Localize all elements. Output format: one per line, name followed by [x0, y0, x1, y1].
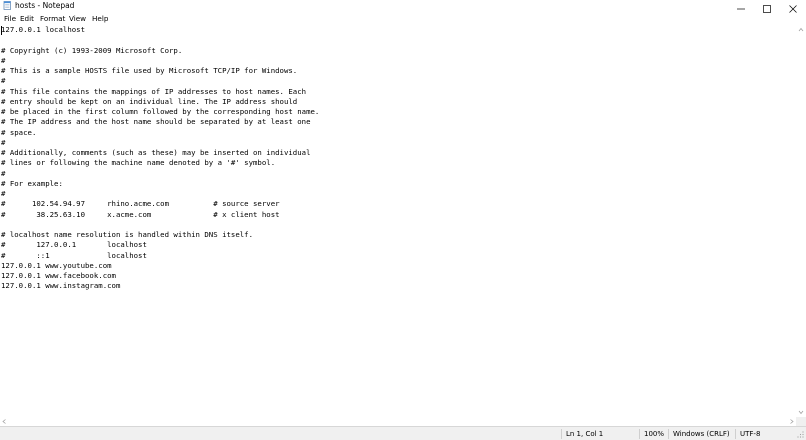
status-separator [639, 429, 640, 439]
editor-line: # [1, 55, 6, 65]
editor-line: # be placed in the first column followed… [1, 107, 320, 116]
status-separator [561, 429, 562, 439]
menu-bar: File Edit Format View Help [0, 13, 806, 25]
editor-line: # lines or following the machine name de… [1, 158, 276, 168]
title-bar[interactable]: hosts - Notepad [0, 0, 806, 13]
menu-format[interactable]: Format [39, 13, 66, 25]
minimize-button[interactable] [728, 0, 754, 12]
menu-help[interactable]: Help [91, 13, 109, 25]
scroll-up-arrow-icon[interactable] [796, 25, 806, 34]
editor-line: # Copyright (c) 1993-2009 Microsoft Corp… [1, 45, 183, 55]
editor-line: # 102.54.94.97 rhino.acme.com # source s… [1, 199, 280, 209]
menu-edit[interactable]: Edit [19, 13, 35, 25]
menu-view[interactable]: View [68, 13, 87, 25]
zoom-level: 100% [644, 430, 665, 438]
maximize-button[interactable] [754, 0, 780, 13]
scroll-down-arrow-icon[interactable] [796, 408, 806, 417]
editor-line: # space. [1, 127, 37, 137]
close-button[interactable] [780, 0, 806, 13]
text-editor[interactable]: 127.0.0.1 localhost # Copyright (c) 1993… [0, 25, 796, 417]
scroll-left-arrow-icon[interactable] [0, 417, 9, 426]
scroll-right-arrow-icon[interactable] [787, 417, 796, 426]
resize-grip-icon[interactable] [796, 430, 805, 439]
status-bar: Ln 1, Col 1 100% Windows (CRLF) UTF-8 [0, 426, 806, 440]
scrollbar-corner [796, 417, 806, 426]
editor-line: # For example: [1, 178, 63, 188]
editor-line: # [1, 76, 6, 86]
editor-line: 127.0.0.1 www.youtube.com [1, 260, 112, 270]
editor-line: # The IP address and the host name shoul… [1, 117, 311, 127]
window-title: hosts - Notepad [15, 1, 75, 10]
menu-file[interactable]: File [3, 13, 17, 25]
editor-line: # Additionally, comments (such as these)… [1, 148, 311, 157]
editor-line: # This file contains the mappings of IP … [1, 86, 307, 96]
editor-line: 127.0.0.1 www.facebook.com [1, 271, 116, 280]
editor-line: 127.0.0.1 localhost [1, 25, 86, 34]
vertical-scrollbar[interactable] [796, 25, 806, 417]
horizontal-scrollbar[interactable] [0, 417, 796, 426]
notepad-icon [3, 1, 11, 10]
editor-line: # localhost name resolution is handled w… [1, 230, 254, 239]
editor-line: # [1, 189, 6, 198]
status-separator [668, 429, 669, 439]
editor-line: # 38.25.63.10 x.acme.com # x client host [1, 209, 280, 219]
cursor-position: Ln 1, Col 1 [566, 430, 604, 438]
editor-line: # This is a sample HOSTS file used by Mi… [1, 66, 298, 75]
encoding: UTF-8 [740, 430, 761, 438]
editor-line: # ::1 localhost [1, 250, 147, 260]
line-ending: Windows (CRLF) [673, 430, 730, 438]
editor-line: # entry should be kept on an individual … [1, 96, 298, 106]
editor-line: 127.0.0.1 www.instagram.com [1, 281, 121, 291]
editor-line: # [1, 137, 6, 147]
status-separator [735, 429, 736, 439]
editor-line: # 127.0.0.1 localhost [1, 240, 147, 250]
editor-line: # [1, 168, 6, 178]
